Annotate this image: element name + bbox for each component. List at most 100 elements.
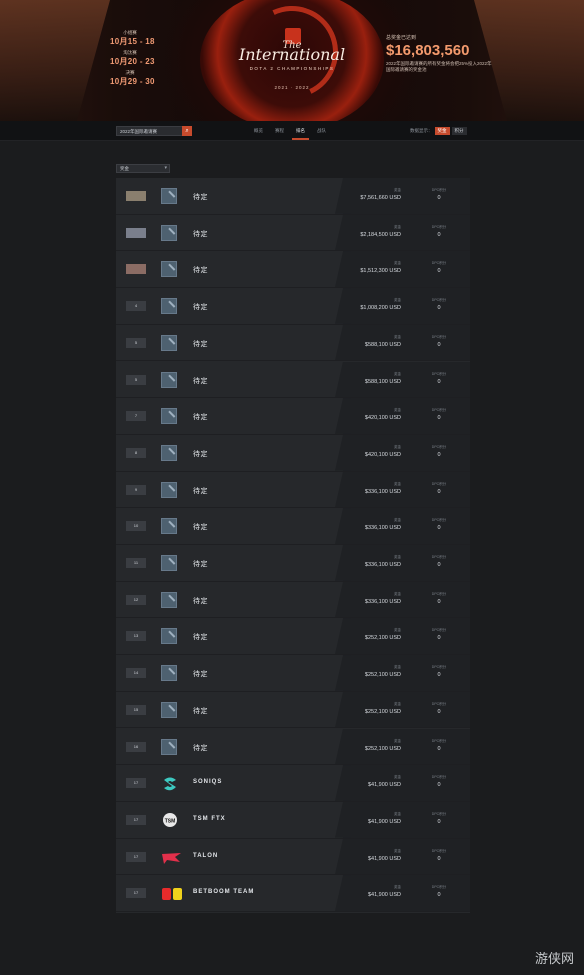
- table-row[interactable]: 12 待定 奖金 $336,100 USD DPC积分 0: [116, 581, 470, 619]
- prize-value: $7,561,660 USD: [360, 195, 401, 201]
- points-value: 0: [437, 782, 441, 789]
- rank-badge: 7: [126, 411, 146, 422]
- rank-badge: 5: [126, 374, 146, 385]
- points-cell: DPC积分 0: [421, 849, 457, 862]
- site-watermark: 游侠网: [534, 952, 574, 967]
- table-row[interactable]: 5 待定 奖金 $588,100 USD DPC积分 0: [116, 324, 470, 362]
- points-cell: DPC积分 0: [421, 555, 457, 568]
- team-name[interactable]: 待定: [193, 632, 208, 642]
- tab-teams[interactable]: 战队: [311, 121, 332, 141]
- table-row[interactable]: 17 SONIQS 奖金 $41,900 USD DPC积分 0: [116, 765, 470, 802]
- points-label: DPC积分: [431, 408, 447, 413]
- dota-placeholder-icon: [161, 518, 177, 535]
- table-row[interactable]: 17 TALON 奖金 $41,900 USD DPC积分 0: [116, 838, 470, 876]
- team-name[interactable]: 待定: [193, 376, 208, 386]
- dota-placeholder-icon: [161, 555, 177, 571]
- table-row[interactable]: 17 BETBOOM TEAM 奖金 $41,900 USD DPC积分 0: [116, 875, 470, 912]
- points-cell: DPC积分 0: [421, 261, 457, 274]
- table-row[interactable]: 9 待定 奖金 $336,100 USD DPC积分 0: [116, 471, 470, 509]
- table-row[interactable]: 10 待定 奖金 $336,100 USD DPC积分 0: [116, 508, 470, 545]
- the-international-logo: The International DOTA 2 CHAMPIONSHIPS 2…: [220, 40, 364, 90]
- team-name[interactable]: BETBOOM TEAM: [193, 889, 254, 895]
- team-name[interactable]: 待定: [193, 412, 208, 422]
- team-name[interactable]: 待定: [193, 596, 208, 606]
- svg-text:TSM: TSM: [165, 818, 176, 824]
- search-icon[interactable]: ⌕: [182, 126, 192, 136]
- tab-standings[interactable]: 排名: [290, 121, 311, 141]
- tab-schedule[interactable]: 赛程: [269, 121, 290, 141]
- team-name[interactable]: 待定: [193, 522, 208, 532]
- prize-label: 奖金: [394, 701, 401, 706]
- table-row[interactable]: 8 待定 奖金 $420,100 USD DPC积分 0: [116, 434, 470, 472]
- team-name[interactable]: TALON: [193, 853, 218, 859]
- points-cell: DPC积分 0: [421, 225, 457, 238]
- team-name[interactable]: 待定: [193, 743, 208, 753]
- rank-badge: 5: [126, 337, 146, 348]
- table-row[interactable]: 5 待定 奖金 $588,100 USD DPC积分 0: [116, 361, 470, 399]
- team-name[interactable]: 待定: [193, 229, 208, 239]
- team-name[interactable]: 待定: [193, 669, 208, 679]
- prize-value: $336,100 USD: [364, 488, 401, 495]
- points-value: 0: [437, 708, 441, 715]
- prize-cell: 奖金 $41,900 USD: [341, 849, 401, 862]
- prize-value: $252,100 USD: [364, 745, 401, 752]
- team-name[interactable]: SONIQS: [193, 779, 222, 785]
- table-row[interactable]: 11 待定 奖金 $336,100 USD DPC积分 0: [116, 545, 470, 582]
- prize-cell: 奖金 $588,100 USD: [341, 372, 401, 385]
- points-value: 0: [437, 451, 441, 458]
- points-label: DPC积分: [431, 591, 447, 596]
- display-prize-option[interactable]: 奖金: [434, 127, 450, 135]
- dota-placeholder-icon: [161, 665, 177, 682]
- points-label: DPC积分: [431, 444, 447, 449]
- points-value: 0: [437, 195, 441, 201]
- season-select[interactable]: 2022年国际邀请赛 ⌕: [116, 126, 192, 136]
- prize-cell: 奖金 $336,100 USD: [341, 592, 401, 605]
- bb-logo-icon: [161, 885, 182, 901]
- points-cell: DPC积分 0: [421, 739, 457, 752]
- dota-placeholder-icon: [161, 481, 177, 498]
- table-row[interactable]: 4 待定 奖金 $1,008,200 USD DPC积分 0: [116, 288, 470, 325]
- team-name[interactable]: 待定: [193, 449, 208, 459]
- points-value: 0: [437, 341, 441, 348]
- team-name[interactable]: 待定: [193, 302, 208, 312]
- team-name[interactable]: 待定: [193, 486, 208, 496]
- team-name[interactable]: 待定: [193, 339, 208, 349]
- team-name[interactable]: 待定: [193, 559, 208, 569]
- table-row[interactable]: 17 TSM TSM FTX 奖金 $41,900 USD DPC积分 0: [116, 801, 470, 839]
- team-name[interactable]: 待定: [193, 706, 208, 716]
- points-label: DPC积分: [431, 701, 447, 706]
- points-value: 0: [437, 745, 441, 752]
- dota-placeholder-icon: [161, 408, 177, 425]
- medal-icon: [126, 191, 146, 201]
- table-row[interactable]: 待定 奖金 $7,561,660 USD DPC积分 0: [116, 178, 470, 215]
- date-value: 10月20 - 23: [110, 57, 155, 66]
- prize-value: $2,184,500 USD: [360, 231, 401, 238]
- prize-pool: 总奖金已达到 $16,803,560 2022年国际邀请赛的所有奖金将会把25%…: [386, 34, 496, 73]
- table-row[interactable]: 16 待定 奖金 $252,100 USD DPC积分 0: [116, 728, 470, 766]
- table-row[interactable]: 待定 奖金 $1,512,300 USD DPC积分 0: [116, 251, 470, 289]
- rank-badge: 17: [126, 851, 146, 862]
- team-name[interactable]: 待定: [193, 192, 208, 202]
- display-points-option[interactable]: 积分: [451, 127, 467, 135]
- dota-placeholder-icon: [161, 371, 177, 388]
- table-row[interactable]: 13 待定 奖金 $252,100 USD DPC积分 0: [116, 618, 470, 656]
- medal-icon: [126, 264, 146, 275]
- team-name[interactable]: TSM FTX: [193, 816, 226, 822]
- tab-bar: 概览 赛程 排名 战队: [248, 121, 332, 141]
- table-row[interactable]: 待定 奖金 $2,184,500 USD DPC积分 0: [116, 214, 470, 252]
- prize-value: $420,100 USD: [364, 451, 401, 458]
- table-row[interactable]: 15 待定 奖金 $252,100 USD DPC积分 0: [116, 691, 470, 729]
- dota-placeholder-icon: [161, 701, 177, 718]
- dota-placeholder-icon: [161, 628, 177, 645]
- points-value: 0: [437, 672, 441, 679]
- logo-years: 2021 · 2022: [274, 85, 310, 90]
- prize-value: $41,900 USD: [367, 782, 401, 789]
- dota-placeholder-icon: [161, 261, 177, 278]
- table-row[interactable]: 7 待定 奖金 $420,100 USD DPC积分 0: [116, 398, 470, 435]
- points-label: DPC积分: [431, 224, 447, 229]
- points-cell: DPC积分 0: [421, 445, 457, 458]
- tab-overview[interactable]: 概览: [248, 121, 269, 141]
- standings-filter-dropdown[interactable]: 奖金 ▾: [116, 164, 170, 173]
- team-name[interactable]: 待定: [193, 265, 208, 275]
- table-row[interactable]: 14 待定 奖金 $252,100 USD DPC积分 0: [116, 655, 470, 692]
